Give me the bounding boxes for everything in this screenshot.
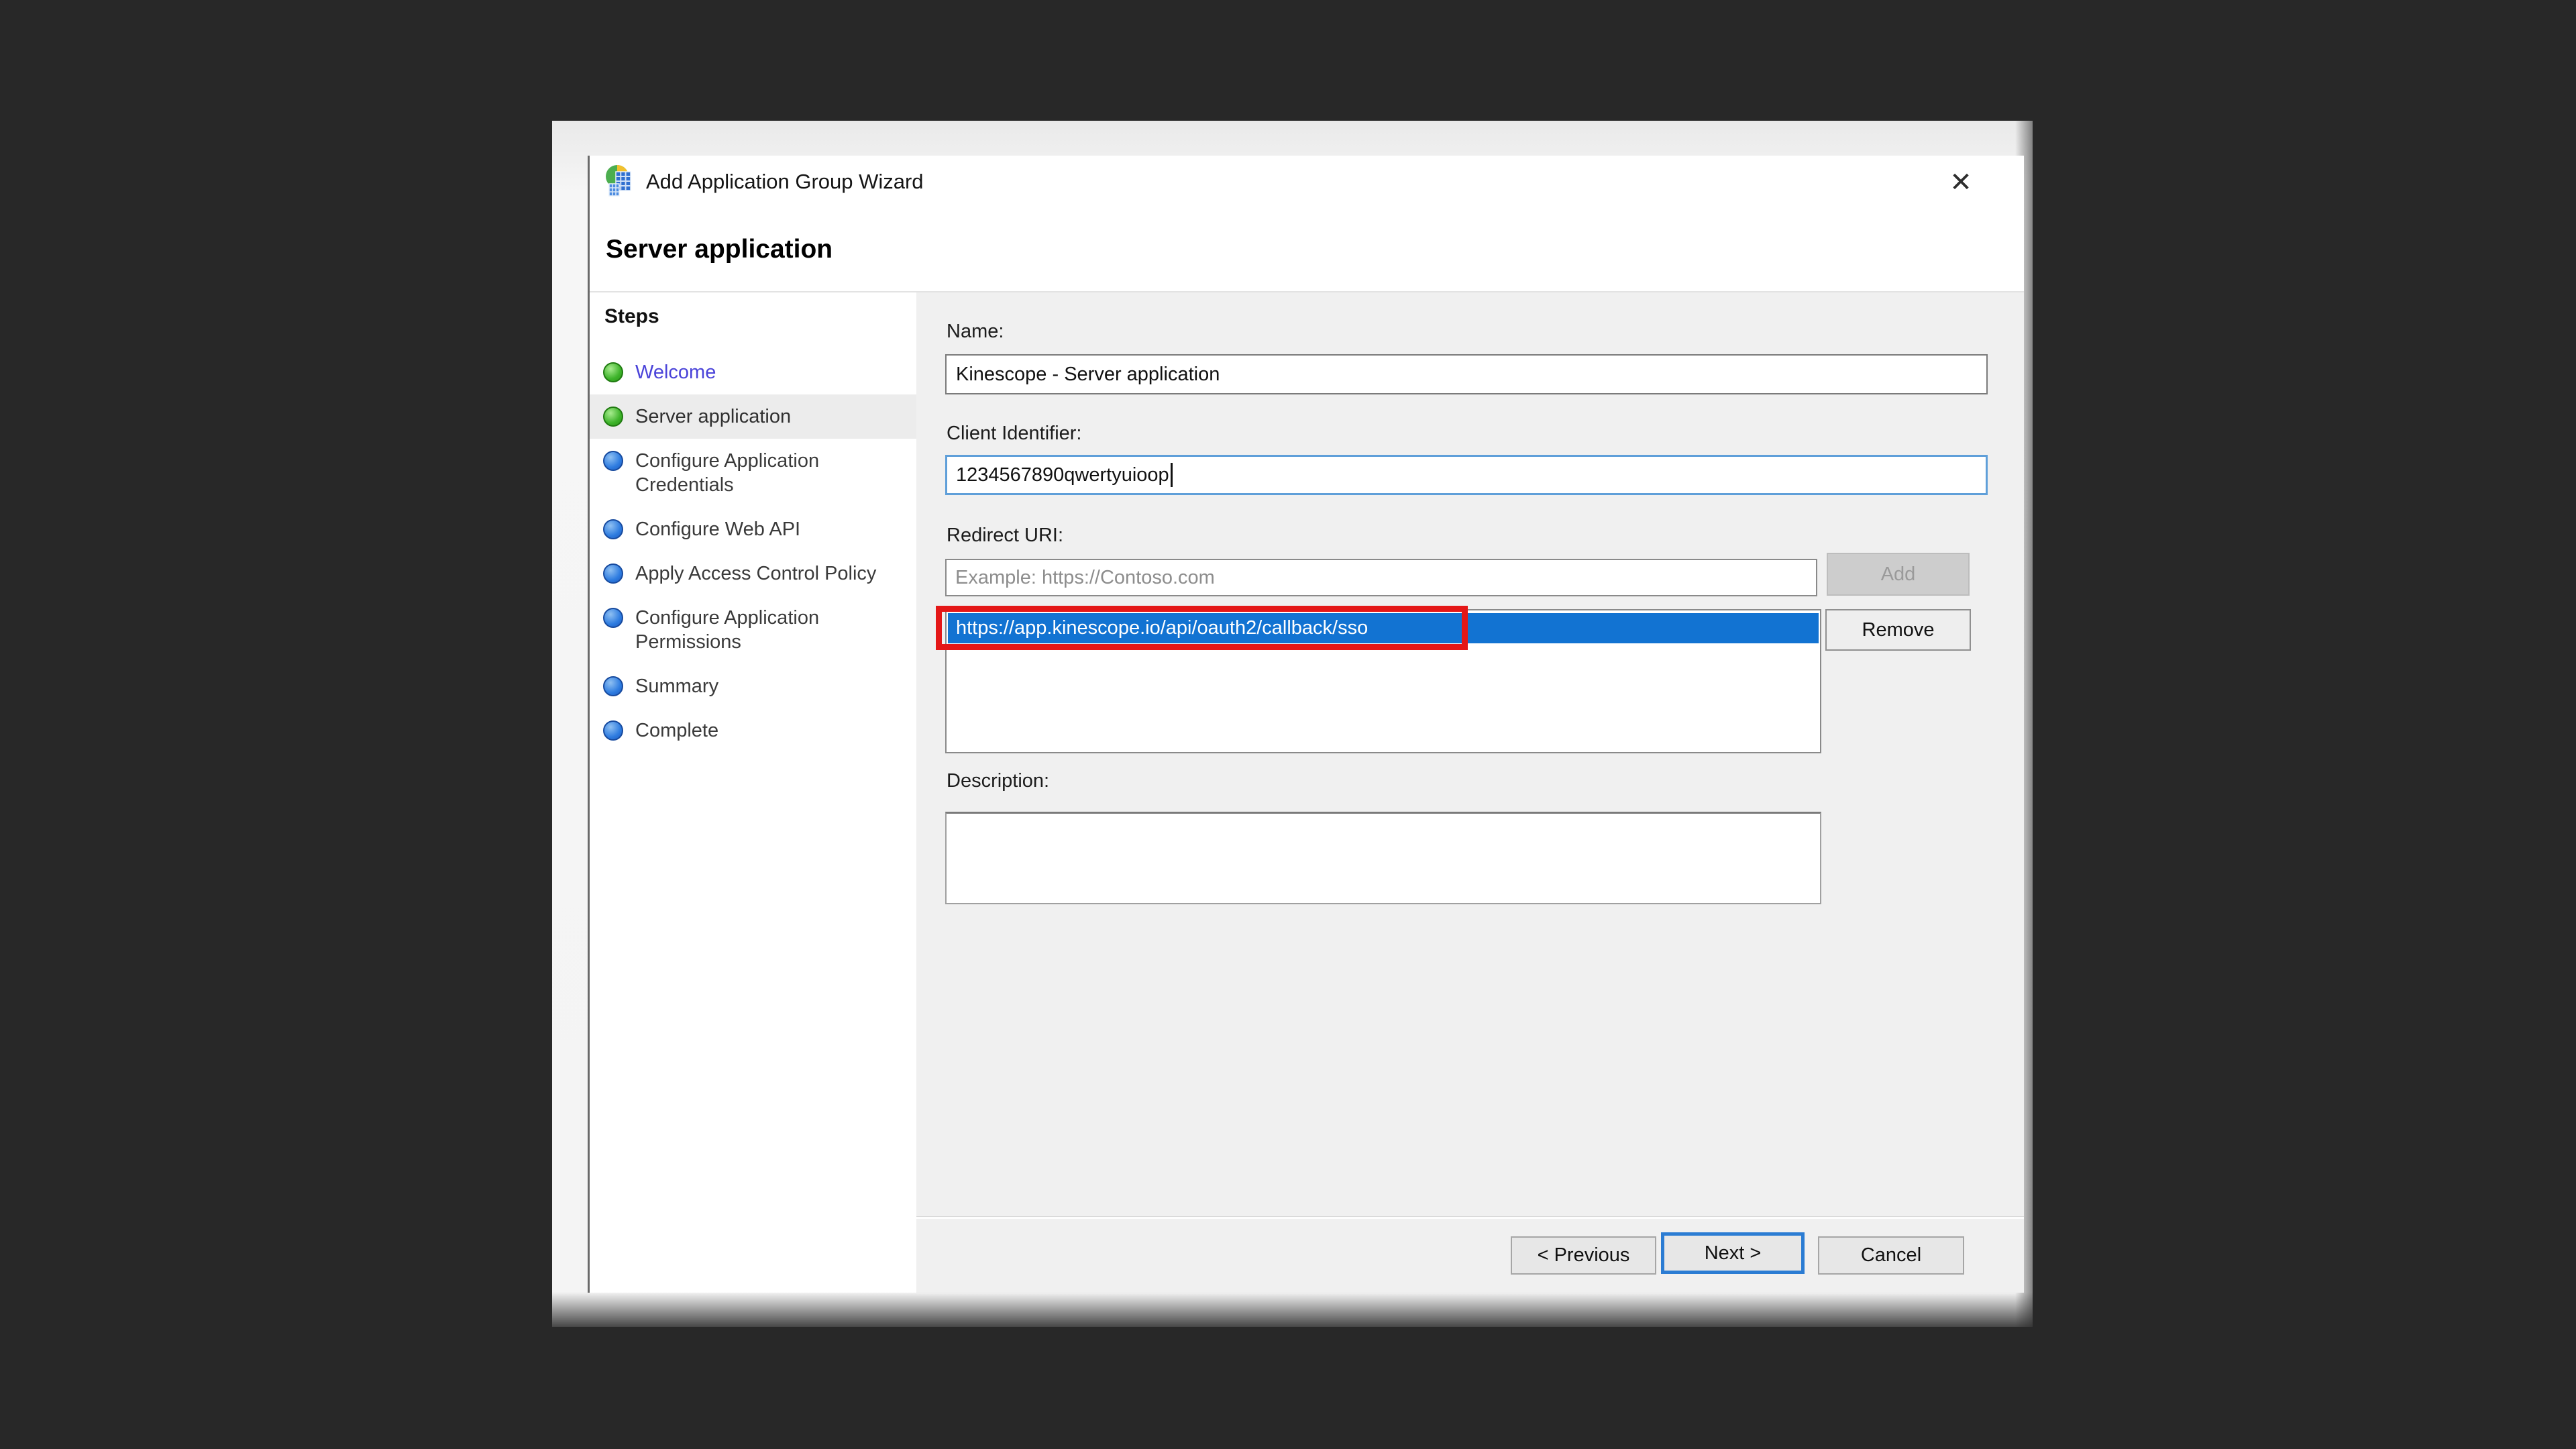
client-identifier-label: Client Identifier:: [947, 423, 1082, 445]
step-bullet-blue-icon: [603, 676, 623, 696]
redirect-uri-label: Redirect URI:: [947, 525, 1063, 547]
add-application-group-wizard-window: Add Application Group Wizard ✕ Server ap…: [588, 156, 2024, 1293]
cancel-button[interactable]: Cancel: [1818, 1236, 1964, 1275]
application-group-icon: [604, 163, 635, 198]
step-bullet-green-icon: [603, 362, 623, 382]
wizard-titlebar: Add Application Group Wizard ✕: [590, 156, 2024, 223]
name-label: Name:: [947, 321, 1004, 343]
step-bullet-blue-icon: [603, 608, 623, 628]
steps-header: Steps: [604, 305, 659, 328]
next-button[interactable]: Next >: [1661, 1232, 1805, 1274]
name-input[interactable]: [945, 354, 1988, 394]
client-identifier-input[interactable]: 1234567890qwertyuioop: [945, 455, 1988, 495]
add-button[interactable]: Add: [1827, 553, 1970, 596]
step-item-configure-web-api: Configure Web API: [590, 507, 916, 551]
redirect-uri-list-item-selected[interactable]: https://app.kinescope.io/api/oauth2/call…: [948, 613, 1819, 643]
previous-button[interactable]: < Previous: [1511, 1236, 1656, 1275]
description-textarea[interactable]: [945, 812, 1821, 904]
step-bullet-blue-icon: [603, 564, 623, 584]
text-caret: [1171, 463, 1173, 487]
step-item-welcome: Welcome: [590, 350, 916, 394]
redirect-uri-listbox[interactable]: https://app.kinescope.io/api/oauth2/call…: [945, 609, 1821, 753]
redirect-uri-input[interactable]: [945, 559, 1817, 596]
step-bullet-blue-icon: [603, 519, 623, 539]
screenshot-canvas: Add Application Group Wizard ✕ Server ap…: [552, 121, 2033, 1327]
server-application-form: Name: Client Identifier: 1234567890qwert…: [916, 292, 2024, 1293]
step-bullet-blue-icon: [603, 720, 623, 741]
close-icon[interactable]: ✕: [1941, 162, 1981, 203]
steps-list: Welcome Server application Configure App…: [590, 350, 916, 753]
step-bullet-blue-icon: [603, 451, 623, 471]
description-label: Description:: [947, 770, 1049, 792]
step-item-configure-application-permissions: Configure Application Permissions: [590, 596, 916, 664]
steps-sidebar: Steps Welcome Server application Configu…: [590, 292, 916, 1293]
window-title: Add Application Group Wizard: [646, 170, 924, 194]
step-bullet-green-icon: [603, 407, 623, 427]
step-item-apply-access-control-policy: Apply Access Control Policy: [590, 551, 916, 596]
remove-button[interactable]: Remove: [1825, 609, 1971, 651]
step-item-summary: Summary: [590, 664, 916, 708]
footer-separator: [916, 1216, 2024, 1219]
step-item-server-application: Server application: [590, 394, 916, 439]
step-item-complete: Complete: [590, 708, 916, 753]
step-item-configure-application-credentials: Configure Application Credentials: [590, 439, 916, 507]
page-title: Server application: [606, 235, 833, 264]
client-identifier-value: 1234567890qwertyuioop: [956, 464, 1169, 486]
